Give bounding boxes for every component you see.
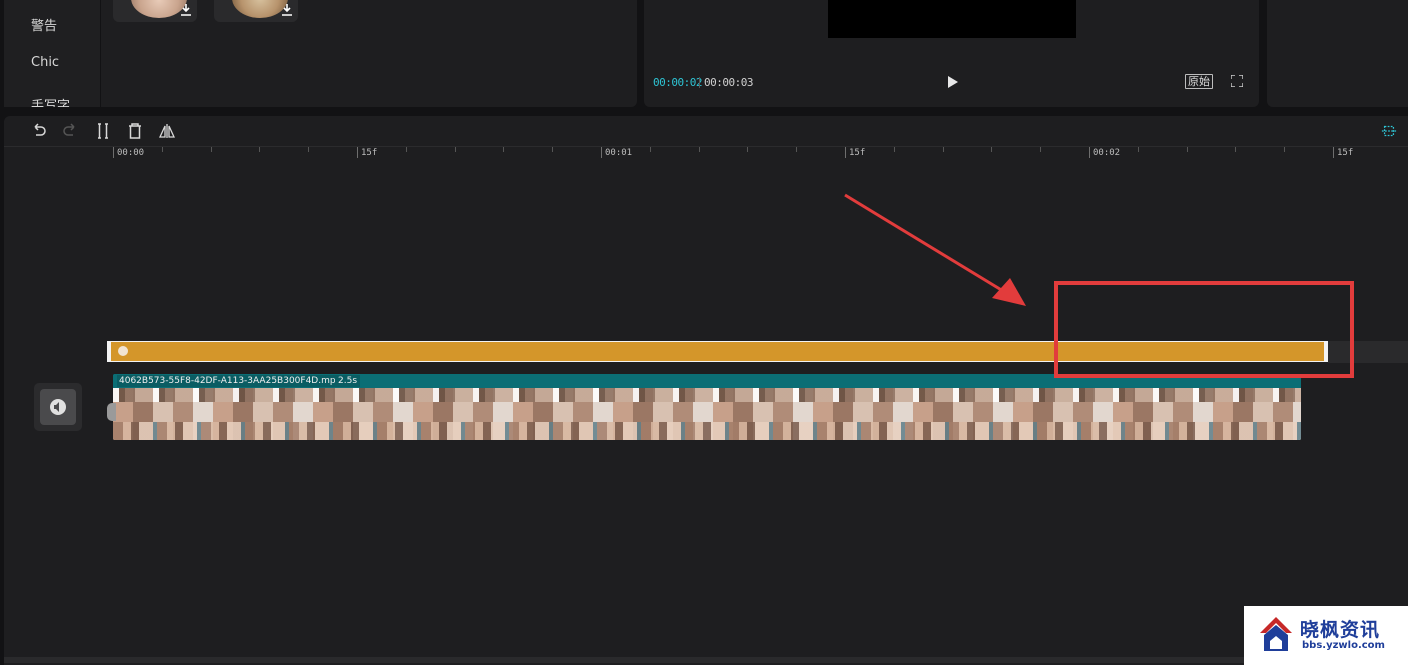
ruler-tick <box>601 147 602 158</box>
ruler-tick <box>455 147 456 152</box>
ruler-label: 15f <box>1337 148 1354 158</box>
ruler-label: 15f <box>361 148 378 158</box>
ruler-tick <box>991 147 992 152</box>
ruler-tick <box>1138 147 1139 152</box>
redo-icon[interactable] <box>62 123 78 139</box>
video-clip-duration: 2.5s <box>335 375 361 387</box>
ruler-tick <box>1089 147 1090 158</box>
timeline-panel: 00:00 15f 00:01 15f 00:02 15f 4062B573-5… <box>4 116 1408 665</box>
preview-canvas <box>828 0 1076 38</box>
video-clip-thumbnails-top <box>113 388 1301 402</box>
mirror-icon[interactable] <box>159 123 175 139</box>
download-icon[interactable] <box>282 4 292 16</box>
category-item-warning[interactable]: 警告 <box>4 15 100 34</box>
ruler-tick <box>650 147 651 152</box>
ruler-tick <box>552 147 553 152</box>
ruler-tick <box>796 147 797 152</box>
ruler-tick <box>162 147 163 152</box>
split-icon[interactable] <box>95 123 111 139</box>
undo-icon[interactable] <box>31 123 47 139</box>
ruler-tick <box>894 147 895 152</box>
ruler-tick <box>1187 147 1188 152</box>
aspect-original-button[interactable]: 原始 <box>1185 74 1213 89</box>
volume-icon <box>50 399 66 415</box>
properties-panel <box>1267 0 1408 107</box>
ruler-label: 15f <box>849 148 866 158</box>
ruler-tick <box>113 147 114 158</box>
play-icon[interactable] <box>946 75 960 89</box>
house-logo-icon <box>1260 617 1292 651</box>
video-clip-filename: 4062B573-55F8-42DF-A113-3AA25B300F4D.mp4 <box>117 375 344 387</box>
total-timecode: 00:00:03 <box>704 76 753 89</box>
ruler-tick <box>747 147 748 152</box>
delete-icon[interactable] <box>127 123 143 139</box>
video-clip[interactable]: 4062B573-55F8-42DF-A113-3AA25B300F4D.mp4… <box>113 374 1301 440</box>
snap-icon[interactable] <box>1381 123 1397 139</box>
sticker-clip-icon <box>118 346 128 356</box>
ruler-tick <box>308 147 309 152</box>
sticker-cat-image <box>232 0 288 18</box>
download-icon[interactable] <box>181 4 191 16</box>
ruler-tick <box>406 147 407 152</box>
watermark-url: bbs.yzwlo.com <box>1302 640 1385 651</box>
annotation-highlight-box <box>1054 281 1354 378</box>
ruler-tick <box>699 147 700 152</box>
category-sidebar: 警告 Chic 手写字 <box>4 0 100 107</box>
playhead-handle[interactable] <box>107 403 116 421</box>
ruler-tick <box>1284 147 1285 152</box>
track-mute-button[interactable] <box>34 383 82 431</box>
preview-panel: 00:00:02 00:00:03 原始 <box>644 0 1259 107</box>
timecode-separator <box>699 77 700 88</box>
sticker-thumbnail[interactable] <box>214 0 298 22</box>
timeline-toolbar <box>4 116 1408 147</box>
sticker-thumbnail[interactable] <box>113 0 197 22</box>
video-clip-thumbnails-bottom <box>113 422 1301 440</box>
track-mute-inner <box>40 389 76 425</box>
watermark-title: 晓枫资讯 <box>1300 619 1381 641</box>
ruler-tick <box>845 147 846 158</box>
category-item-handwriting[interactable]: 手写字 <box>4 95 100 107</box>
ruler-tick <box>1040 147 1041 152</box>
ruler-label: 00:00 <box>117 148 145 158</box>
ruler-tick <box>357 147 358 158</box>
category-item-chic[interactable]: Chic <box>4 55 100 70</box>
ruler-tick <box>259 147 260 152</box>
ruler-tick <box>943 147 944 152</box>
sticker-face-image <box>131 0 187 18</box>
timeline-ruler[interactable]: 00:00 15f 00:01 15f 00:02 15f <box>4 147 1408 161</box>
clip-left-handle[interactable] <box>107 341 111 362</box>
ruler-tick <box>211 147 212 152</box>
ruler-tick <box>503 147 504 152</box>
ruler-label: 00:01 <box>605 148 633 158</box>
watermark: 晓枫资讯 bbs.yzwlo.com <box>1244 606 1408 665</box>
ruler-label: 00:02 <box>1093 148 1121 158</box>
sticker-assets-panel <box>101 0 637 107</box>
ruler-tick <box>1235 147 1236 152</box>
current-timecode: 00:00:02 <box>653 76 702 89</box>
annotation-arrow <box>844 193 1026 306</box>
ruler-tick <box>1333 147 1334 158</box>
fullscreen-icon[interactable] <box>1231 75 1243 87</box>
timeline-horizontal-scrollbar[interactable] <box>4 657 1408 663</box>
